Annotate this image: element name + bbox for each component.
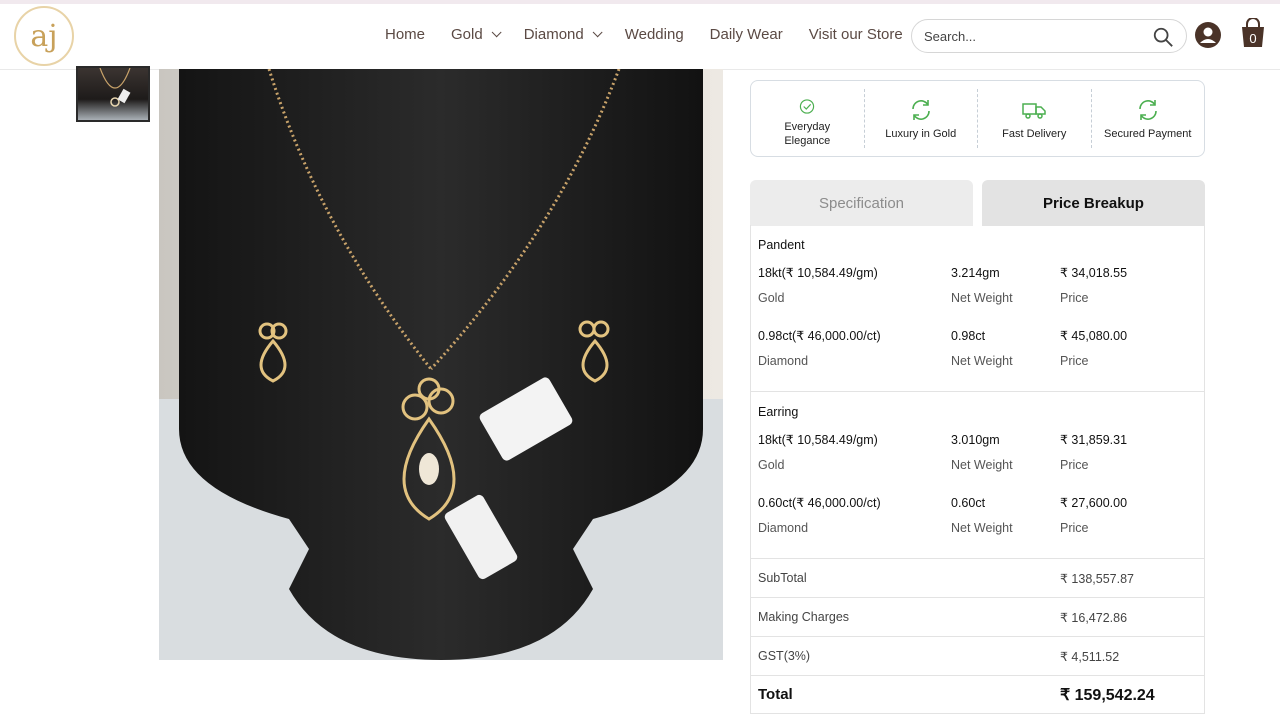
breakup-row: 18kt(₹ 10,584.49/gm) Gold 3.010gm Net Weig… bbox=[751, 432, 1204, 495]
total-row: Total ₹ 159,542.24 bbox=[751, 676, 1204, 716]
net-weight-value: 0.60ct bbox=[951, 496, 986, 510]
metal-rate: 18kt(₹ 10,584.49/gm) bbox=[758, 433, 878, 447]
price-label: Price bbox=[1060, 291, 1089, 305]
nav-diamond[interactable]: Diamond bbox=[523, 26, 603, 43]
detail-tabs: Specification Price Breakup bbox=[750, 180, 1205, 226]
logo-text: aj bbox=[30, 18, 58, 54]
metal-rate: 0.98ct(₹ 46,000.00/ct) bbox=[758, 329, 881, 343]
price-label: Price bbox=[1060, 354, 1089, 368]
nav-visit-store[interactable]: Visit our Store bbox=[809, 26, 903, 43]
price-value: ₹ 31,859.31 bbox=[1060, 433, 1128, 447]
nav-daily-wear-label: Daily Wear bbox=[709, 26, 783, 43]
nav-gold-label: Gold bbox=[451, 26, 483, 43]
nav-home[interactable]: Home bbox=[385, 26, 425, 43]
making-charges-value: ₹ 16,472.86 bbox=[1060, 611, 1128, 625]
subtotal-row: SubTotal ₹ 138,557.87 bbox=[751, 559, 1204, 598]
total-label: Total bbox=[758, 686, 793, 703]
feature-label: Luxury in Gold bbox=[885, 128, 957, 140]
subtotal-label: SubTotal bbox=[758, 571, 807, 585]
nav-wedding[interactable]: Wedding bbox=[625, 26, 684, 43]
subtotal-value: ₹ 138,557.87 bbox=[1060, 572, 1134, 586]
nav-daily-wear[interactable]: Daily Wear bbox=[710, 26, 783, 43]
making-charges-label: Making Charges bbox=[758, 610, 850, 624]
shopping-bag-icon[interactable]: 0 bbox=[1240, 18, 1266, 48]
nav-wedding-label: Wedding bbox=[624, 26, 684, 43]
metal-type: Diamond bbox=[758, 521, 809, 535]
breakup-row: 0.98ct(₹ 46,000.00/ct) Diamond 0.98ct Net … bbox=[751, 328, 1204, 391]
feature-label: Fast Delivery bbox=[1002, 128, 1067, 140]
chevron-down-icon bbox=[491, 27, 502, 38]
search-icon[interactable] bbox=[1152, 26, 1174, 48]
metal-type: Diamond bbox=[758, 354, 809, 368]
product-image bbox=[159, 69, 723, 660]
net-weight-label: Net Weight bbox=[951, 291, 1013, 305]
net-weight-value: 3.010gm bbox=[951, 433, 1000, 447]
net-weight-label: Net Weight bbox=[951, 458, 1013, 472]
main-nav: Home Gold Diamond Wedding Daily Wear Vis… bbox=[385, 26, 929, 43]
site-header: aj Home Gold Diamond Wedding Daily Wear … bbox=[0, 4, 1280, 70]
section-pandent: Pandent 18kt(₹ 10,584.49/gm) Gold 3.214gm… bbox=[751, 225, 1204, 392]
feature-fast-delivery: Fast Delivery bbox=[978, 89, 1092, 148]
brand-logo[interactable]: aj bbox=[14, 6, 74, 66]
price-value: ₹ 27,600.00 bbox=[1060, 496, 1128, 510]
breakup-row: 0.60ct(₹ 46,000.00/ct) Diamond 0.60ct Net … bbox=[751, 495, 1204, 558]
chevron-down-icon bbox=[592, 27, 603, 38]
cart-count: 0 bbox=[1249, 31, 1256, 46]
total-value: ₹ 159,542.24 bbox=[1060, 687, 1155, 704]
gst-row: GST(3%) ₹ 4,511.52 bbox=[751, 637, 1204, 676]
refresh-icon bbox=[911, 100, 930, 120]
price-label: Price bbox=[1060, 458, 1089, 472]
feature-luxury-in-gold: Luxury in Gold bbox=[865, 89, 978, 148]
nav-diamond-label: Diamond bbox=[523, 26, 584, 43]
net-weight-value: 0.98ct bbox=[951, 329, 986, 343]
tab-price-breakup[interactable]: Price Breakup bbox=[982, 180, 1205, 226]
feature-secured-payment: Secured Payment bbox=[1092, 89, 1205, 148]
net-weight-label: Net Weight bbox=[951, 354, 1013, 368]
price-value: ₹ 34,018.55 bbox=[1060, 266, 1128, 280]
metal-rate: 18kt(₹ 10,584.49/gm) bbox=[758, 266, 878, 280]
search-box bbox=[911, 19, 1187, 53]
net-weight-value: 3.214gm bbox=[951, 266, 1000, 280]
feature-everyday-elegance: Everyday Elegance bbox=[751, 89, 865, 148]
check-badge-icon bbox=[800, 99, 815, 114]
user-account-icon[interactable] bbox=[1194, 21, 1222, 49]
section-title: Earring bbox=[758, 405, 799, 419]
metal-rate: 0.60ct(₹ 46,000.00/ct) bbox=[758, 496, 881, 510]
feature-label: Secured Payment bbox=[1104, 128, 1192, 140]
price-breakup-table: Pandent 18kt(₹ 10,584.49/gm) Gold 3.214gm… bbox=[750, 225, 1205, 714]
nav-gold[interactable]: Gold bbox=[451, 26, 502, 43]
section-earring: Earring 18kt(₹ 10,584.49/gm) Gold 3.010gm… bbox=[751, 392, 1204, 559]
breakup-row: 18kt(₹ 10,584.49/gm) Gold 3.214gm Net Weig… bbox=[751, 265, 1204, 328]
price-value: ₹ 45,080.00 bbox=[1060, 329, 1128, 343]
making-charges-row: Making Charges ₹ 16,472.86 bbox=[751, 598, 1204, 637]
gst-label: GST(3%) bbox=[758, 649, 811, 663]
truck-icon bbox=[1022, 103, 1046, 119]
price-label: Price bbox=[1060, 521, 1089, 535]
product-thumbnail[interactable] bbox=[76, 66, 150, 122]
metal-type: Gold bbox=[758, 291, 785, 305]
feature-strip: Everyday Elegance Luxury in Gold Fast De… bbox=[750, 80, 1205, 157]
metal-type: Gold bbox=[758, 458, 785, 472]
tab-specification[interactable]: Specification bbox=[750, 180, 973, 226]
nav-visit-store-label: Visit our Store bbox=[808, 26, 903, 43]
section-title: Pandent bbox=[758, 238, 805, 252]
search-input[interactable] bbox=[924, 28, 1144, 44]
net-weight-label: Net Weight bbox=[951, 521, 1013, 535]
gst-value: ₹ 4,511.52 bbox=[1060, 650, 1120, 664]
nav-home-label: Home bbox=[385, 26, 426, 43]
feature-label: Everyday Elegance bbox=[784, 121, 831, 147]
refresh-icon bbox=[1138, 100, 1157, 120]
